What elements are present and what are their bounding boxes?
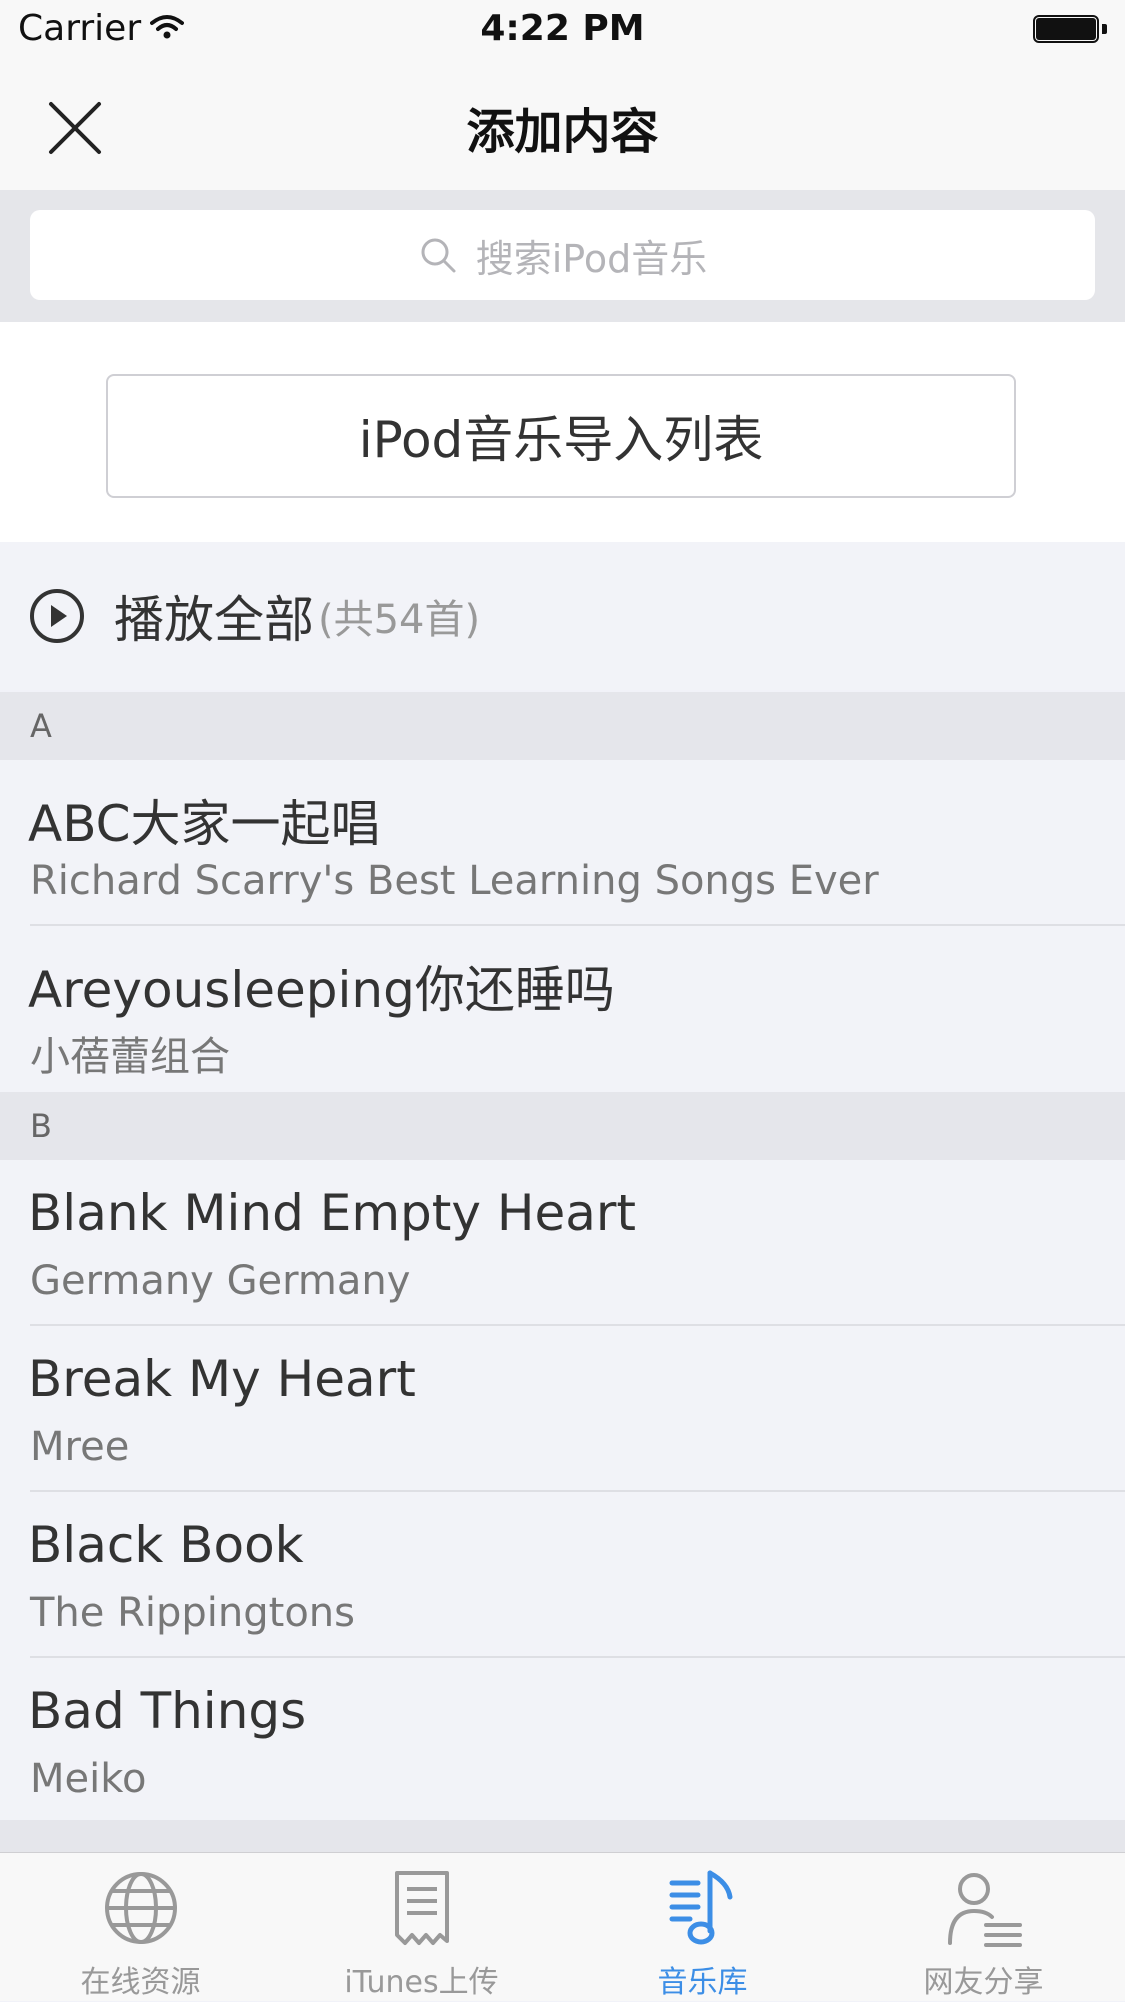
- section-header-b: B: [0, 1092, 1125, 1160]
- list-item[interactable]: Break My Heart Mree: [0, 1326, 1125, 1492]
- battery-icon: [1033, 15, 1107, 43]
- song-artist: Richard Scarry's Best Learning Songs Eve…: [30, 858, 879, 904]
- status-time: 4:22 PM: [480, 8, 645, 49]
- list-item[interactable]: Blank Mind Empty Heart Germany Germany: [0, 1160, 1125, 1326]
- music-list-icon: [669, 1870, 732, 1945]
- song-title: Blank Mind Empty Heart: [28, 1184, 637, 1242]
- section-header-a: A: [0, 692, 1125, 760]
- globe-icon: [104, 1872, 177, 1944]
- play-all-label: 播放全部: [114, 591, 314, 649]
- list-item[interactable]: Bad Things Meiko: [0, 1658, 1125, 1820]
- song-count: (共54首): [318, 597, 481, 643]
- tab-bar: 在线资源 iTunes上传 音乐库 网友分享: [0, 1852, 1125, 2001]
- song-artist: The Rippingtons: [30, 1590, 355, 1636]
- song-title: ABC大家一起唱: [28, 795, 381, 853]
- song-title: Black Book: [28, 1516, 304, 1574]
- song-artist: 小蓓蕾组合: [30, 1034, 230, 1080]
- import-section: iPod音乐导入列表: [0, 322, 1125, 542]
- ipod-import-button[interactable]: iPod音乐导入列表: [106, 374, 1016, 498]
- tab-label: 网友分享: [923, 1965, 1044, 2000]
- tab-user-share[interactable]: 网友分享: [843, 1853, 1124, 2002]
- status-bar: Carrier 4:22 PM: [0, 0, 1125, 62]
- user-list-icon: [947, 1873, 1022, 1947]
- page-title: 添加内容: [466, 104, 659, 160]
- tab-label: iTunes上传: [344, 1965, 499, 2000]
- song-title: Break My Heart: [28, 1350, 416, 1408]
- list-item[interactable]: Black Book The Rippingtons: [0, 1492, 1125, 1658]
- list-item[interactable]: Areyousleeping你还睡吗 小蓓蕾组合: [0, 926, 1125, 1092]
- song-artist: Meiko: [30, 1756, 147, 1802]
- receipt-icon: [394, 1871, 449, 1945]
- tab-label: 音乐库: [657, 1965, 748, 2000]
- search-placeholder: 搜索iPod音乐: [475, 236, 708, 281]
- search-input[interactable]: 搜索iPod音乐: [30, 210, 1095, 300]
- search-icon: [421, 238, 456, 273]
- play-circle-icon: [30, 589, 84, 643]
- song-title: Areyousleeping你还睡吗: [28, 961, 615, 1019]
- tab-itunes-upload[interactable]: iTunes上传: [281, 1853, 562, 2002]
- song-artist: Mree: [30, 1424, 130, 1470]
- song-title: Bad Things: [28, 1682, 307, 1740]
- navigation-bar: 添加内容: [0, 62, 1125, 190]
- song-artist: Germany Germany: [30, 1258, 411, 1304]
- list-item[interactable]: ABC大家一起唱 Richard Scarry's Best Learning …: [0, 760, 1125, 926]
- tab-online-resources[interactable]: 在线资源: [0, 1853, 281, 2002]
- search-area: 搜索iPod音乐: [0, 190, 1125, 322]
- tab-music-library[interactable]: 音乐库: [562, 1853, 843, 2002]
- tab-label: 在线资源: [80, 1965, 201, 2000]
- play-all-row[interactable]: 播放全部 (共54首): [0, 542, 1125, 690]
